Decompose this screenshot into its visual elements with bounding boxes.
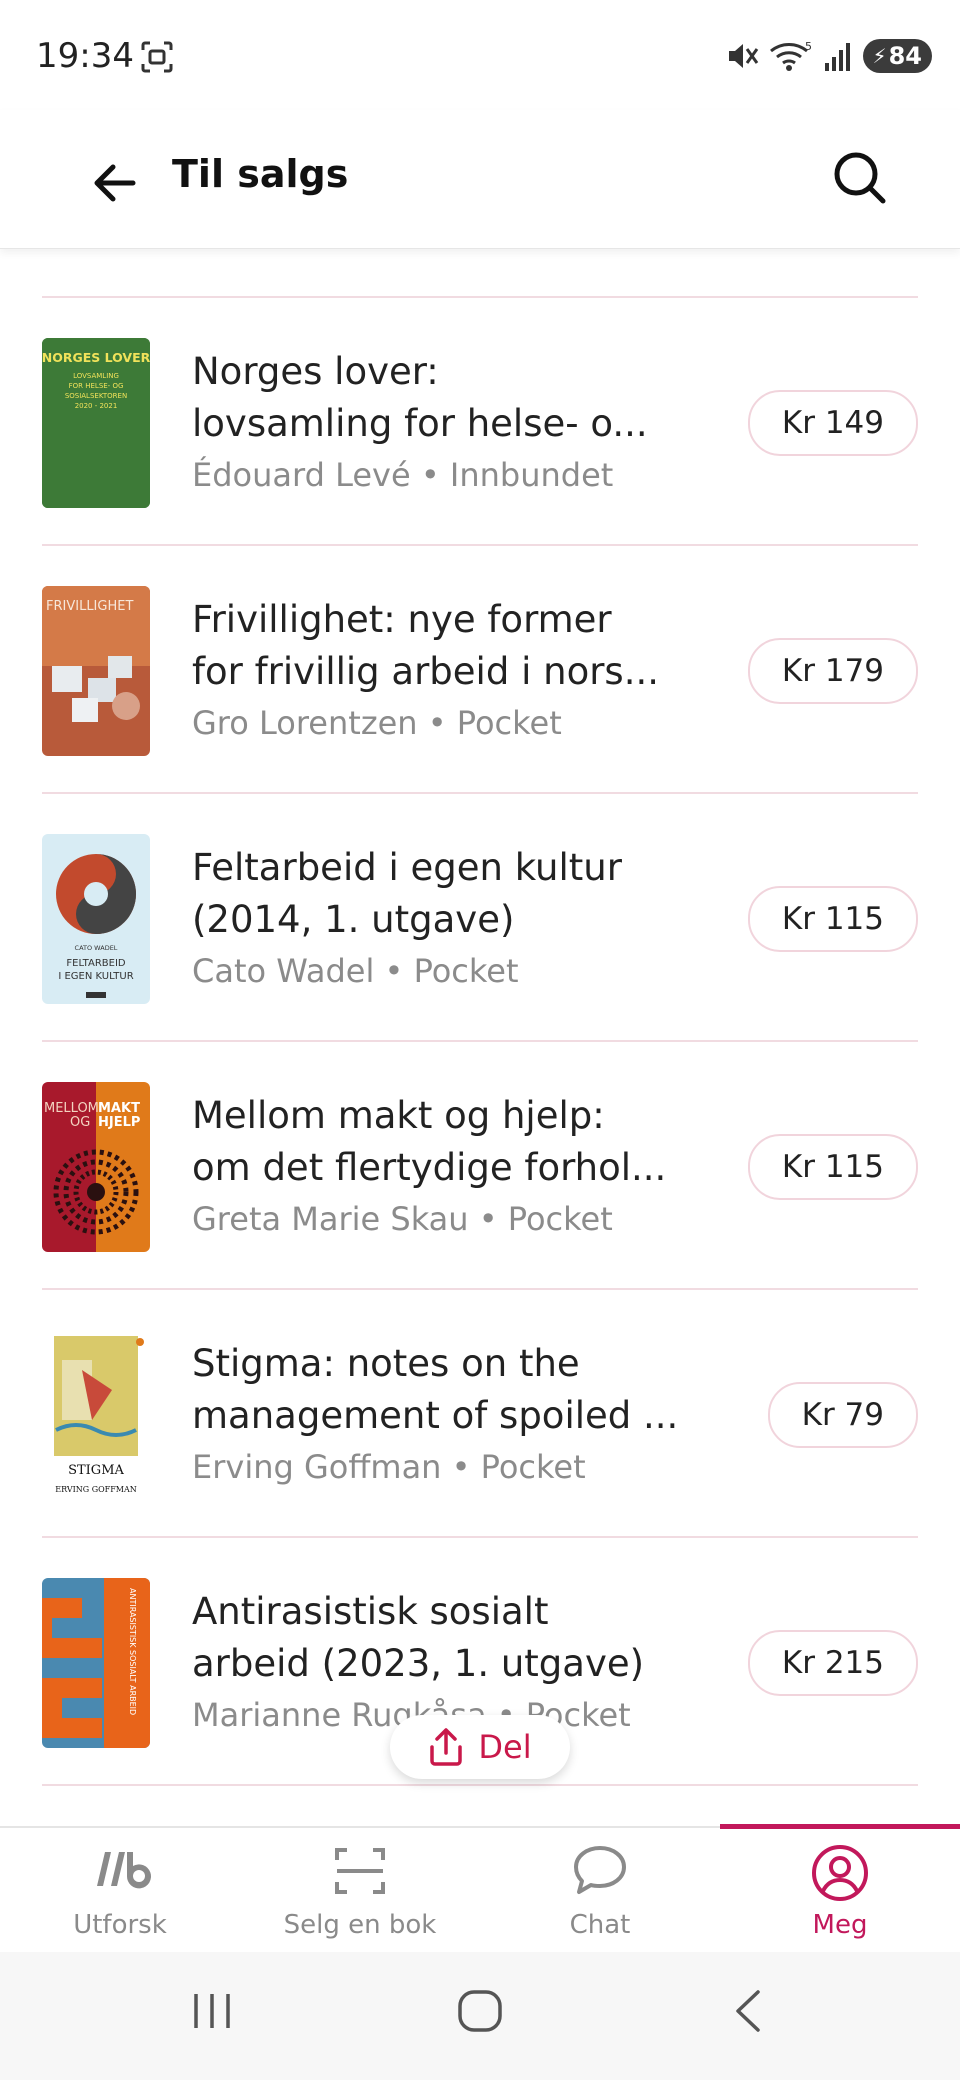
share-button[interactable]: Del	[390, 1715, 570, 1779]
app-bar: Til salgs	[0, 110, 960, 249]
svg-text:OG: OG	[70, 1115, 90, 1130]
system-nav-bar	[0, 1952, 960, 2080]
svg-text:ERVING GOFFMAN: ERVING GOFFMAN	[55, 1485, 136, 1494]
wifi-badge: 5	[805, 40, 812, 53]
profile-icon	[812, 1845, 868, 1901]
list-item[interactable]: FRIVILLIGHET Frivillighet: nye former fo…	[42, 546, 918, 794]
price-badge[interactable]: Kr 179	[747, 638, 918, 704]
recent-apps-icon[interactable]	[190, 1988, 236, 2034]
meta-separator: •	[420, 456, 440, 494]
book-format: Innbundet	[449, 456, 614, 494]
book-list: NORGES LOVER LOVSAMLING FOR HELSE- OG SO…	[0, 296, 960, 1786]
price-badge[interactable]: Kr 115	[747, 1134, 918, 1200]
svg-text:SOSIALSEKTOREN: SOSIALSEKTOREN	[65, 392, 127, 400]
wifi-icon: 5	[769, 40, 812, 71]
nav-meg[interactable]: Meg	[720, 1828, 960, 1954]
meta-separator: •	[451, 1448, 471, 1486]
book-cover: FRIVILLIGHET	[42, 586, 150, 756]
svg-text:FRIVILLIGHET: FRIVILLIGHET	[46, 599, 133, 614]
arrow-left-icon	[94, 164, 136, 202]
book-cover: ANTIRASISTISK SOSIALT ARBEID	[42, 1578, 150, 1748]
svg-text:MAKT: MAKT	[98, 1101, 140, 1116]
book-meta: Greta Marie Skau • Pocket	[192, 1200, 613, 1238]
nav-label: Chat	[569, 1910, 631, 1940]
share-label: Del	[478, 1728, 532, 1766]
nav-chat[interactable]: Chat	[480, 1828, 720, 1954]
bottom-nav: Utforsk Selg en bok Chat Meg	[0, 1824, 960, 1954]
price-badge[interactable]: Kr 215	[747, 1630, 918, 1696]
chat-bubble-icon	[574, 1846, 626, 1894]
list-item[interactable]: STIGMA ERVING GOFFMAN Stigma: notes on t…	[42, 1290, 918, 1538]
svg-text:HJELP: HJELP	[98, 1115, 140, 1130]
home-icon[interactable]	[456, 1988, 504, 2034]
nav-utforsk[interactable]: Utforsk	[0, 1828, 240, 1954]
battery-indicator: ⚡ 84	[862, 39, 932, 73]
meta-separator: •	[478, 1200, 498, 1238]
screenshot-icon	[141, 41, 173, 73]
nav-label: Meg	[812, 1910, 868, 1940]
book-meta: Erving Goffman • Pocket	[192, 1448, 586, 1486]
book-title: Stigma: notes on the management of spoil…	[192, 1342, 679, 1437]
book-author: Erving Goffman	[192, 1448, 442, 1486]
book-title: Mellom makt og hjelp: om det flertydige …	[192, 1094, 667, 1189]
book-author: Édouard Levé	[192, 456, 411, 494]
nav-selg-en-bok[interactable]: Selg en bok	[240, 1828, 480, 1954]
share-icon	[430, 1728, 463, 1766]
meta-separator: •	[427, 704, 447, 742]
search-icon	[834, 152, 886, 204]
book-meta: Gro Lorentzen • Pocket	[192, 704, 562, 742]
price-badge[interactable]: Kr 79	[767, 1382, 918, 1448]
book-title: Frivillighet: nye former for frivillig a…	[192, 598, 659, 693]
svg-text:FELTARBEID: FELTARBEID	[66, 958, 126, 969]
status-time: 19:34	[36, 36, 134, 76]
book-author: Gro Lorentzen	[192, 704, 418, 742]
book-title: Antirasistisk sosialt arbeid (2023, 1. u…	[192, 1590, 645, 1685]
back-button[interactable]	[80, 148, 150, 218]
meta-separator: •	[384, 952, 404, 990]
book-format: Pocket	[480, 1448, 586, 1486]
signal-icon	[824, 43, 850, 71]
svg-text:NORGES LOVER: NORGES LOVER	[42, 350, 150, 365]
book-cover: CATO WADEL FELTARBEID I EGEN KULTUR	[42, 834, 150, 1004]
list-item[interactable]: CATO WADEL FELTARBEID I EGEN KULTUR Felt…	[42, 794, 918, 1042]
status-bar: 19:34 5 ⚡ 84	[0, 0, 960, 110]
price-badge[interactable]: Kr 149	[747, 390, 918, 456]
book-title: Feltarbeid i egen kultur (2014, 1. utgav…	[192, 846, 622, 941]
battery-bolt-icon: ⚡	[872, 44, 887, 68]
book-cover: STIGMA ERVING GOFFMAN	[42, 1330, 150, 1500]
book-format: Pocket	[456, 704, 562, 742]
status-icons: 5 ⚡ 84	[725, 36, 932, 76]
book-author: Cato Wadel	[192, 952, 375, 990]
book-meta: Cato Wadel • Pocket	[192, 952, 519, 990]
page-title: Til salgs	[172, 152, 349, 196]
book-format: Pocket	[413, 952, 519, 990]
scan-icon	[335, 1848, 385, 1894]
list-item[interactable]: MELLOM OG MAKT HJELP Mellom makt og hjel…	[42, 1042, 918, 1290]
mute-icon	[728, 44, 758, 68]
search-button[interactable]	[820, 138, 900, 218]
svg-text:FOR HELSE- OG: FOR HELSE- OG	[69, 382, 124, 390]
price-badge[interactable]: Kr 115	[747, 886, 918, 952]
svg-text:2020 - 2021: 2020 - 2021	[75, 402, 118, 410]
svg-text:MELLOM: MELLOM	[44, 1101, 99, 1116]
nav-label: Selg en bok	[283, 1910, 437, 1940]
nav-label: Utforsk	[73, 1910, 167, 1940]
system-back-icon[interactable]	[730, 1988, 770, 2034]
list-item[interactable]: NORGES LOVER LOVSAMLING FOR HELSE- OG SO…	[42, 298, 918, 546]
svg-text:ANTIRASISTISK SOSIALT ARBEID: ANTIRASISTISK SOSIALT ARBEID	[128, 1588, 137, 1715]
book-meta: Édouard Levé • Innbundet	[192, 456, 613, 494]
battery-level: 84	[888, 42, 922, 70]
svg-text:STIGMA: STIGMA	[68, 1463, 124, 1478]
book-title: Norges lover: lovsamling for helse- o...	[192, 350, 648, 445]
svg-text:LOVSAMLING: LOVSAMLING	[73, 372, 119, 380]
book-format: Pocket	[507, 1200, 613, 1238]
svg-text:I EGEN KULTUR: I EGEN KULTUR	[58, 971, 133, 982]
book-cover: NORGES LOVER LOVSAMLING FOR HELSE- OG SO…	[42, 338, 150, 508]
book-cover: MELLOM OG MAKT HJELP	[42, 1082, 150, 1252]
logo-icon	[97, 1852, 151, 1889]
svg-text:CATO WADEL: CATO WADEL	[75, 944, 118, 952]
book-author: Greta Marie Skau	[192, 1200, 469, 1238]
